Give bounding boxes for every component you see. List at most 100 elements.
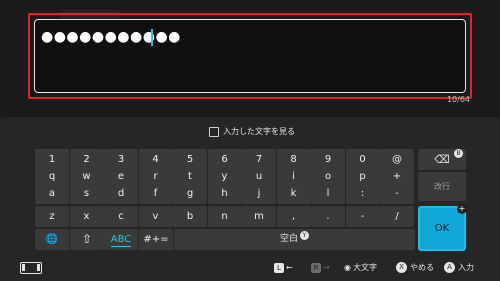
- key-row3-1[interactable]: s: [69, 183, 104, 204]
- key-row4-2[interactable]: c: [104, 206, 138, 227]
- key-row4-8[interactable]: .: [311, 206, 345, 227]
- cancel-label: やめる: [410, 263, 434, 272]
- key-label: s: [83, 188, 90, 199]
- key-label: c: [118, 211, 124, 222]
- r-button-icon: R: [311, 262, 321, 273]
- key-label: j: [257, 188, 261, 199]
- enter-label: 入力: [458, 263, 474, 272]
- abc-mode-key[interactable]: ABC: [104, 229, 138, 250]
- shift-key[interactable]: ⇧: [70, 229, 104, 250]
- a-button-icon: A: [444, 262, 455, 273]
- text-caret: [151, 29, 153, 46]
- cursor-right-hint: R →: [311, 262, 330, 274]
- key-label: -: [395, 188, 399, 199]
- b-button-badge: B: [454, 149, 463, 158]
- key-row3-7[interactable]: k: [276, 183, 311, 204]
- key-label: x: [83, 211, 90, 222]
- abc-label: ABC: [110, 234, 132, 247]
- key-label: 2: [83, 154, 90, 165]
- cancel-hint: X やめる: [396, 262, 434, 274]
- space-key[interactable]: 空白 Y: [174, 229, 415, 250]
- key-row3-0[interactable]: a: [35, 183, 69, 204]
- key-label: f: [153, 188, 158, 199]
- backspace-icon: ⌫: [434, 153, 450, 166]
- key-label: 7: [255, 154, 263, 165]
- show-text-label: 入力した文字を見る: [223, 127, 295, 136]
- newline-label: 改行: [434, 182, 450, 191]
- key-label: +: [392, 171, 402, 182]
- key-row3-5[interactable]: h: [207, 183, 242, 204]
- shift-icon: ⇧: [81, 232, 93, 246]
- key-row3-10[interactable]: -: [380, 183, 414, 204]
- key-label: 6: [221, 154, 228, 165]
- stick-icon: ◉: [344, 263, 351, 272]
- x-button-icon: X: [396, 262, 407, 273]
- show-text-toggle[interactable]: 入力した文字を見る: [209, 126, 295, 138]
- y-button-badge: Y: [300, 231, 309, 240]
- globe-icon: 🌐: [45, 234, 59, 245]
- key-row4-9[interactable]: -: [345, 206, 380, 227]
- key-label: :: [360, 188, 365, 199]
- newline-key[interactable]: 改行: [418, 172, 466, 201]
- key-row4-4[interactable]: b: [173, 206, 207, 227]
- show-text-checkbox[interactable]: [209, 126, 219, 137]
- key-label: o: [324, 171, 332, 182]
- key-row4-3[interactable]: v: [138, 206, 173, 227]
- key-label: r: [153, 171, 158, 182]
- key-label: 1: [48, 154, 56, 165]
- handheld-console-icon: [20, 262, 42, 274]
- enter-hint: A 入力: [444, 262, 474, 274]
- key-label: v: [152, 211, 159, 222]
- plus-button-badge: +: [457, 204, 467, 214]
- key-row3-4[interactable]: g: [173, 183, 207, 204]
- key-label: p: [359, 171, 366, 182]
- key-row4-0[interactable]: z: [35, 206, 69, 227]
- uppercase-hint: ◉ 大文字: [344, 262, 377, 274]
- key-label: /: [395, 211, 399, 222]
- ok-button[interactable]: OK +: [418, 204, 467, 251]
- password-input[interactable]: ●●●●●●●●●●●: [34, 19, 466, 93]
- l-button-icon: L: [274, 262, 284, 273]
- key-row3-8[interactable]: l: [311, 183, 345, 204]
- key-label: y: [221, 171, 228, 182]
- key-row4-10[interactable]: /: [380, 206, 414, 227]
- key-label: t: [188, 171, 192, 182]
- left-arrow-icon: ←: [286, 263, 293, 272]
- key-label: @: [392, 154, 402, 165]
- language-key[interactable]: 🌐: [35, 229, 69, 250]
- key-row3-2[interactable]: d: [104, 183, 138, 204]
- key-label: u: [255, 171, 263, 182]
- key-label: n: [221, 211, 228, 222]
- ok-label: OK: [434, 223, 450, 234]
- key-row4-6[interactable]: m: [242, 206, 276, 227]
- key-label: 9: [324, 154, 332, 165]
- character-counter: 10/64: [446, 95, 470, 104]
- key-label: 0: [359, 154, 366, 165]
- masked-password-text: ●●●●●●●●●●●: [41, 29, 181, 45]
- key-row3-6[interactable]: j: [242, 183, 276, 204]
- key-row4-1[interactable]: x: [69, 206, 104, 227]
- key-row3-9[interactable]: :: [345, 183, 380, 204]
- key-label: e: [117, 171, 125, 182]
- key-label: k: [290, 188, 297, 199]
- symbols-mode-key[interactable]: #+=: [139, 229, 173, 250]
- key-label: 8: [290, 154, 297, 165]
- key-label: z: [49, 211, 55, 222]
- right-arrow-icon: →: [323, 263, 330, 272]
- key-label: a: [48, 188, 56, 199]
- key-label: d: [117, 188, 125, 199]
- key-row3-3[interactable]: f: [138, 183, 173, 204]
- key-label: 5: [186, 154, 194, 165]
- key-label: m: [254, 211, 264, 222]
- key-row4-7[interactable]: ,: [276, 206, 311, 227]
- cursor-left-hint: L ←: [274, 262, 293, 274]
- symbols-label: #+=: [143, 234, 169, 245]
- key-label: i: [292, 171, 295, 182]
- key-label: 3: [117, 154, 125, 165]
- space-label: 空白: [279, 234, 298, 244]
- key-label: q: [48, 171, 56, 182]
- password-input-focus-frame[interactable]: ●●●●●●●●●●●: [28, 13, 472, 99]
- key-row4-5[interactable]: n: [207, 206, 242, 227]
- key-label: .: [326, 211, 330, 222]
- key-label: h: [221, 188, 228, 199]
